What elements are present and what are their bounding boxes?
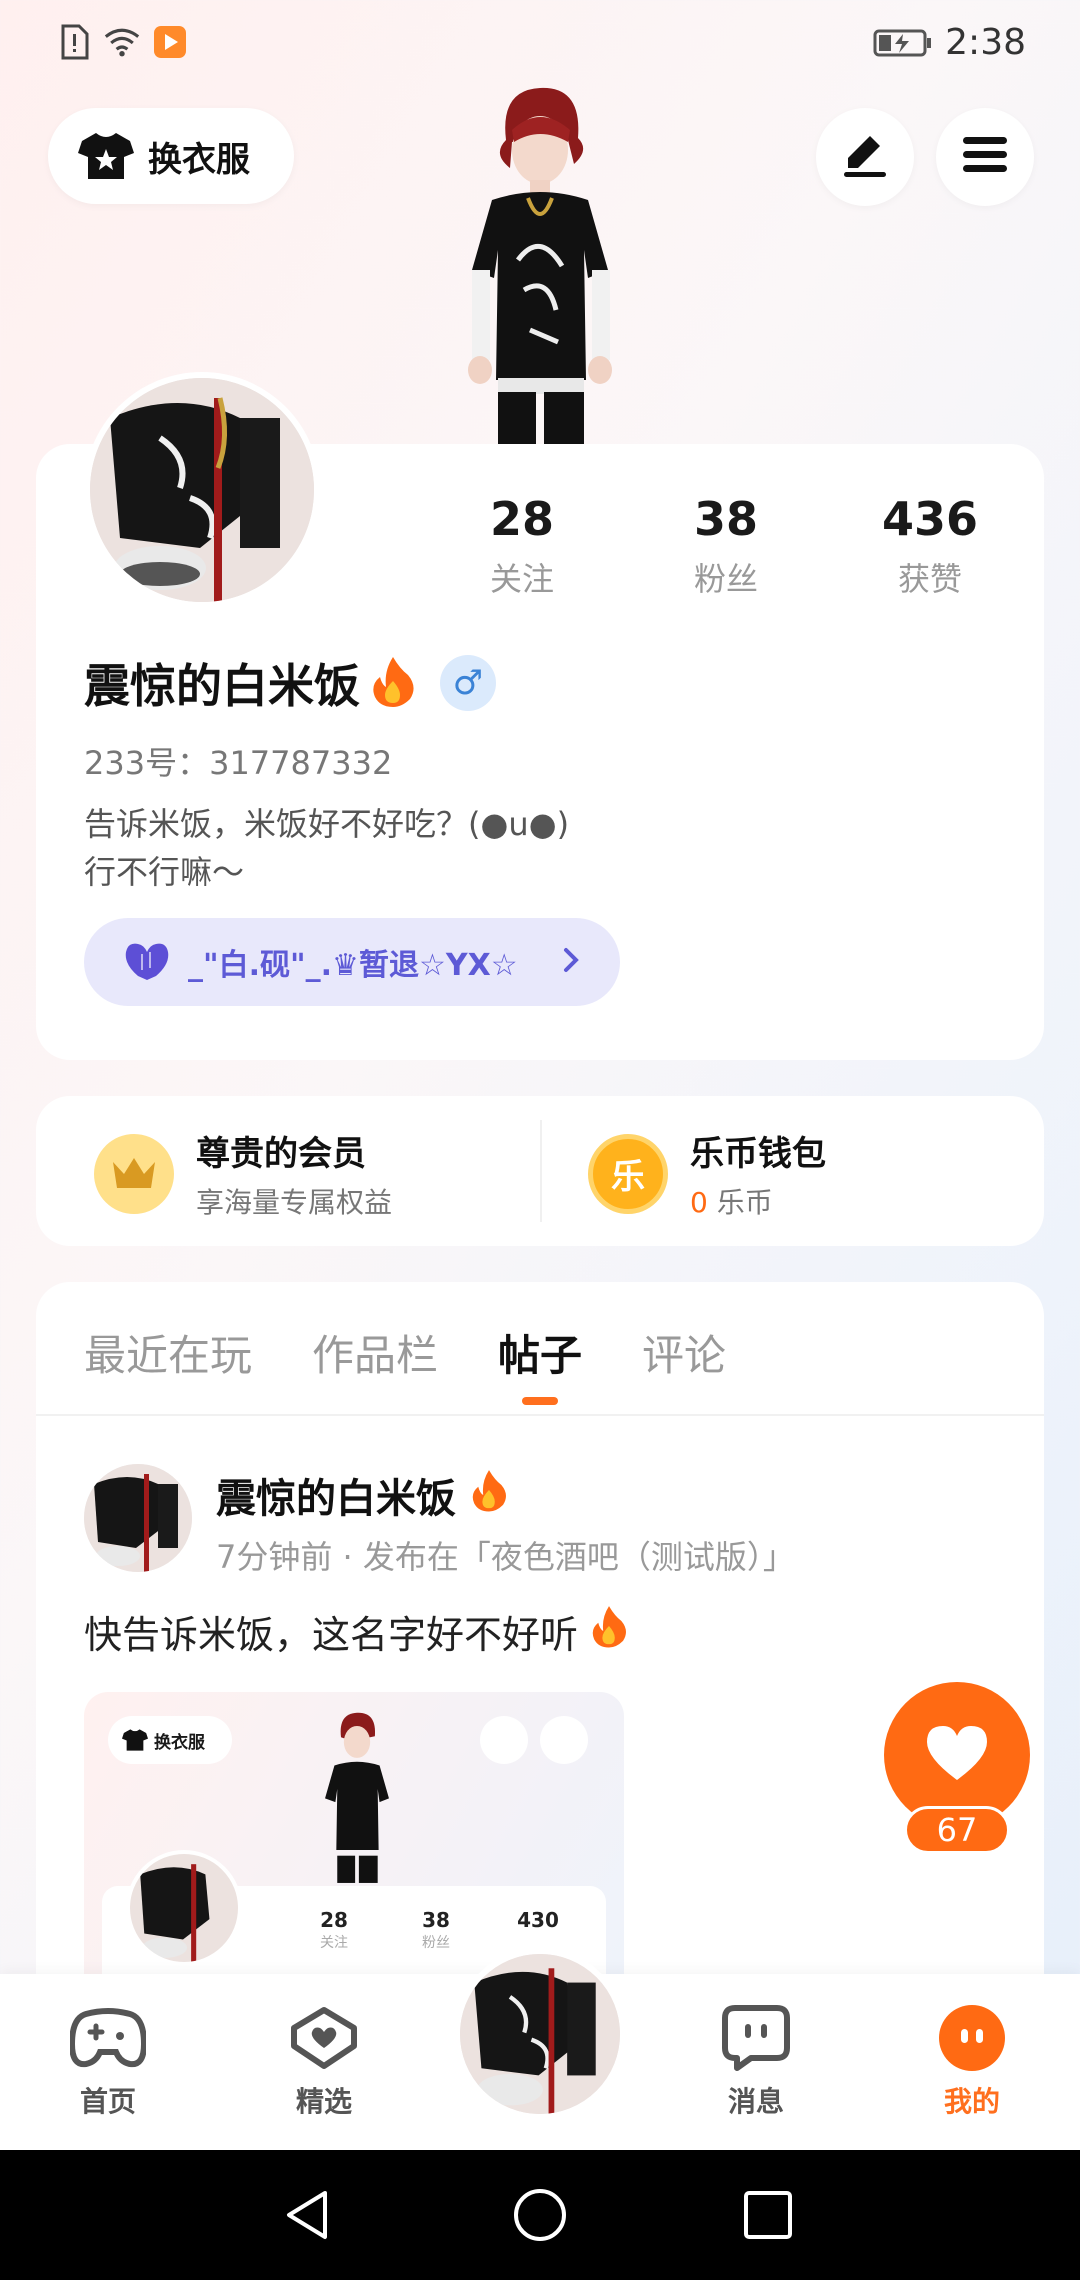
post-author[interactable]: 震惊的白米饭 (216, 1466, 508, 1524)
post-author-name: 震惊的白米饭 (216, 1476, 456, 1522)
gamepad-icon (48, 2000, 168, 2076)
back-icon[interactable] (274, 2182, 340, 2248)
pencil-icon (840, 130, 890, 184)
thumb-outfit-button: 换衣服 (108, 1716, 232, 1764)
vip-membership[interactable]: 尊贵的会员 享海量专属权益 (94, 1126, 392, 1221)
coin-title: 乐币钱包 (690, 1134, 826, 1174)
media-app-icon (152, 24, 188, 60)
nav-featured[interactable]: 精选 (264, 2000, 384, 2120)
post-author-avatar[interactable] (84, 1464, 192, 1572)
change-outfit-button[interactable]: 换衣服 (48, 108, 294, 204)
heart-chat-icon (264, 2000, 384, 2076)
tab-posts[interactable]: 帖子 (498, 1322, 582, 1405)
edit-button[interactable] (816, 108, 914, 206)
message-face-icon (696, 2000, 816, 2076)
nav-me[interactable]: 我的 (912, 2000, 1032, 2120)
thumb-figure (325, 1712, 389, 1883)
post-meta[interactable]: 7分钟前 · 发布在「夜色酒吧（测试版）」 (216, 1532, 795, 1578)
username-row: 震惊的白米饭 ♂ (84, 650, 496, 716)
membership-wallet-card: 尊贵的会员 享海量专属权益 乐 乐币钱包 0 乐币 (36, 1096, 1044, 1246)
tab-comments[interactable]: 评论 (642, 1322, 726, 1383)
nav-home-label: 首页 (79, 2085, 136, 2118)
recents-square-icon[interactable] (735, 2182, 801, 2248)
heart-icon (925, 1724, 989, 1786)
tab-recent-played[interactable]: 最近在玩 (84, 1322, 252, 1383)
nav-avatar-illustration (460, 1954, 620, 2114)
thumb-stat-followers: 38 粉丝 (422, 1908, 450, 1951)
coin-icon: 乐 (588, 1133, 668, 1214)
chevron-right-icon (562, 946, 580, 978)
wifi-icon (104, 24, 140, 60)
bio-line-1: 告诉米饭，米饭好不好吃？(●u●) (84, 805, 570, 843)
followers-label: 粉丝 (693, 560, 758, 598)
user-id[interactable]: 233号：317787332 (84, 738, 392, 784)
nav-center-avatar[interactable] (454, 1948, 626, 2120)
post-text-content: 快告诉米饭，这名字好不好听 (84, 1613, 579, 1657)
coin-wallet[interactable]: 乐 乐币钱包 0 乐币 (588, 1126, 826, 1221)
thumb-edit-button (480, 1716, 528, 1764)
post-text[interactable]: 快告诉米饭，这名字好不好听 (84, 1604, 628, 1659)
status-bar: 2:38 (0, 0, 1080, 90)
thumb-shirt-icon (122, 1729, 148, 1751)
avatar-photo-illustration (90, 378, 314, 602)
avatar-figure-illustration (468, 87, 612, 450)
following-count: 28 (489, 492, 554, 546)
fire-icon (590, 1606, 628, 1657)
fire-icon (370, 655, 416, 711)
tab-works[interactable]: 作品栏 (312, 1322, 438, 1383)
like-count: 67 (904, 1806, 1010, 1854)
thumb-stat-following: 28 关注 (320, 1908, 348, 1951)
guild-pill[interactable]: _"白.砚"_.♛暂退☆YX☆ (84, 918, 620, 1006)
stat-followers[interactable]: 38 粉丝 (646, 492, 806, 600)
battery-charging-icon (873, 25, 933, 61)
me-face-icon (912, 2000, 1032, 2076)
menu-button[interactable] (936, 108, 1034, 206)
followers-count: 38 (693, 492, 758, 546)
active-tab-indicator (522, 1397, 559, 1405)
stat-following[interactable]: 28 关注 (442, 492, 602, 600)
change-outfit-label: 换衣服 (148, 139, 250, 180)
status-time: 2:38 (945, 22, 1026, 63)
thumb-outfit-label: 换衣服 (154, 1732, 205, 1753)
nav-featured-label: 精选 (295, 2085, 352, 2118)
bio: 告诉米饭，米饭好不好吃？(●u●) 行不行嘛～ (84, 800, 884, 896)
vip-title: 尊贵的会员 (196, 1134, 366, 1174)
guild-name: _"白.砚"_.♛暂退☆YX☆ (188, 948, 518, 983)
purple-heart-icon (122, 940, 172, 984)
bio-line-2: 行不行嘛～ (84, 853, 245, 891)
nav-me-label: 我的 (943, 2085, 1000, 2118)
gender-male-badge: ♂ (440, 655, 496, 711)
tabs-divider (36, 1414, 1044, 1416)
thumb-avatar (126, 1850, 242, 1966)
system-nav-bar (0, 2150, 1080, 2280)
wallet-divider (540, 1120, 542, 1222)
shirt-icon (78, 128, 134, 184)
post-avatar-illustration (84, 1464, 192, 1572)
profile-avatar[interactable] (84, 372, 320, 608)
nav-messages[interactable]: 消息 (696, 2000, 816, 2120)
coin-amount: 0 (690, 1186, 708, 1219)
nav-messages-label: 消息 (727, 2085, 784, 2118)
following-label: 关注 (489, 560, 554, 598)
coin-balance: 0 乐币 (690, 1181, 826, 1221)
sim-alert-icon (56, 24, 92, 60)
fire-icon (470, 1470, 508, 1522)
status-right: 2:38 (873, 22, 1026, 63)
stat-likes[interactable]: 436 获赞 (850, 492, 1010, 600)
home-circle-icon[interactable] (507, 2182, 573, 2248)
nav-home[interactable]: 首页 (48, 2000, 168, 2120)
thumb-menu-button (540, 1716, 588, 1764)
thumb-stat-likes: 430 (517, 1908, 559, 1932)
hamburger-icon (961, 135, 1009, 179)
likes-count: 436 (881, 492, 979, 546)
coin-unit: 乐币 (707, 1186, 773, 1219)
likes-label: 获赞 (897, 560, 962, 598)
status-left-icons (56, 24, 188, 60)
username: 震惊的白米饭 (84, 659, 360, 713)
vip-subtitle: 享海量专属权益 (196, 1186, 393, 1219)
avatar-figure[interactable] (440, 80, 640, 450)
crown-icon (94, 1133, 174, 1214)
profile-tabs: 最近在玩 作品栏 帖子 评论 (84, 1322, 726, 1405)
